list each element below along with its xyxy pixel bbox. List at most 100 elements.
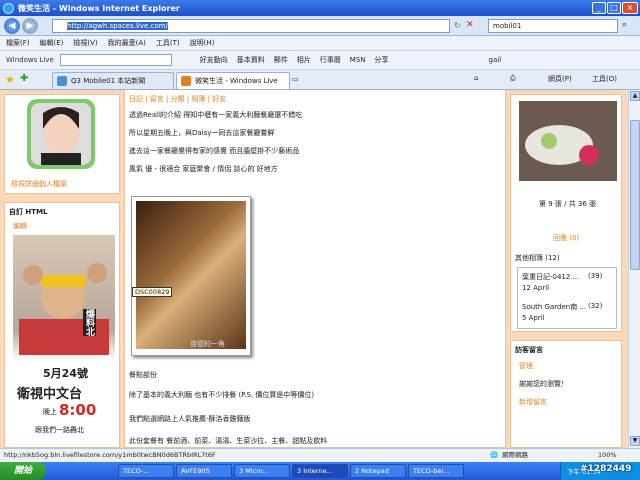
profile-link[interactable]: 檢視詳細個人檔案 <box>11 179 67 189</box>
tab-favicon <box>181 76 191 86</box>
album-pager: 第 9 張 / 共 36 張 <box>539 200 597 208</box>
post-nav-links[interactable]: 日記 | 留言 | 分類 | 相簿 | 好友 <box>129 94 226 104</box>
post-line-2: 所以星期五晚上，與Daisy一同去這家餐廳嘗鮮 <box>129 129 275 137</box>
internet-zone-icon: 🌐 <box>490 451 499 459</box>
page-menu[interactable]: 網頁(P) <box>548 74 572 84</box>
favorites-star-icon[interactable]: ★ <box>5 73 15 86</box>
menu-bar: 檔案(F) 編輯(E) 檢視(V) 我的最愛(A) 工具(T) 說明(H) <box>0 36 640 51</box>
tab-favicon <box>57 76 67 86</box>
post-lower-1: 餐點部份 <box>129 371 157 379</box>
wl-item-calendar[interactable]: 行事曆 <box>320 55 341 65</box>
image-id-watermark: #1282449 <box>580 464 632 474</box>
wl-item-share[interactable]: 分享 <box>375 55 389 65</box>
post-line-3: 進去這一家餐廳覺得有家的感覺 而且牆壁掛不少藝術品 <box>129 147 300 155</box>
menu-help[interactable]: 說明(H) <box>190 38 215 48</box>
scroll-down-icon[interactable]: ▼ <box>630 436 640 446</box>
address-input[interactable]: http://agwh.spaces.live.com/ <box>52 19 450 33</box>
wl-user-name[interactable]: gail <box>489 56 502 64</box>
menu-tools[interactable]: 工具(T) <box>156 38 180 48</box>
wl-item-photos[interactable]: 相片 <box>297 55 311 65</box>
maximize-button[interactable]: □ <box>607 2 621 14</box>
album-panel: 第 9 張 / 共 36 張 回應 (0) 其他相簿 (12) 葉重日記-041… <box>510 94 622 332</box>
status-zoom[interactable]: 100% <box>598 449 617 462</box>
scroll-thumb[interactable] <box>630 120 640 270</box>
address-row: ◀ ▶ http://agwh.spaces.live.com/ ↻ ✕ mob… <box>0 16 640 36</box>
taskbar-item[interactable]: 3 Interne... <box>292 464 348 478</box>
guestbook-manage-link[interactable]: 管理 <box>519 361 533 371</box>
search-icon[interactable]: ⌕ <box>622 20 627 30</box>
ad-date: 5月24號 <box>43 367 88 380</box>
album-item-date: 5 April <box>522 314 545 322</box>
add-favorite-icon[interactable]: ✚ <box>20 73 28 84</box>
wl-item-profile[interactable]: 基本資料 <box>237 55 265 65</box>
scroll-up-icon[interactable]: ▲ <box>630 91 640 101</box>
tab-smile-life[interactable]: 微笑生活 - Windows Live <box>176 72 290 89</box>
post-lower-2: 除了基本的義大利麵 也有不少排餐 (P.S. 價位算是中等價位) <box>129 391 315 399</box>
taskbar: 開始 TECO-... AVFE905 3 Micro... 3 Interne… <box>0 462 640 480</box>
refresh-icon[interactable]: ↻ <box>454 21 461 30</box>
print-icon[interactable]: ⎙ <box>510 74 516 83</box>
edit-link[interactable]: 編輯 <box>13 221 27 231</box>
ad-show-name: 爆料北 <box>83 309 96 336</box>
tv-ad-banner[interactable]: 爆料北 5月24號 衛視中文台 晚上 8:00 跟我們一路轟北 <box>13 235 115 445</box>
vertical-scrollbar[interactable]: ▲ ▼ <box>628 90 640 448</box>
post-photo[interactable]: DSC00829 食德的一角 <box>131 196 251 356</box>
status-bar: http://nkb5og.bln.livefilestore.com/y1mb… <box>0 448 640 462</box>
guestbook-title: 訪客留言 <box>515 346 543 354</box>
ie-logo-icon <box>3 2 14 14</box>
panel-title: 自訂 HTML <box>9 208 48 216</box>
ad-time-label: 晚上 <box>43 408 57 416</box>
menu-favorites[interactable]: 我的最愛(A) <box>108 38 146 48</box>
album-comment-link[interactable]: 回應 (0) <box>553 233 579 243</box>
page-content: 檢視詳細個人檔案 自訂 HTML 編輯 爆料北 5月24號 衛視中文台 晚上 8… <box>0 90 628 448</box>
photo-watermark: 食德的一角 <box>190 340 225 348</box>
ad-time: 8:00 <box>59 401 97 419</box>
home-icon[interactable]: ⌂ <box>474 74 478 82</box>
post-line-4: 風氣 優 - 很適合 家庭聚會 / 情侶 談心的 好地方 <box>129 165 278 173</box>
start-button[interactable]: 開始 <box>0 462 46 480</box>
wl-search-input[interactable] <box>59 54 172 66</box>
album-item-name[interactable]: South Garden南 ... <box>522 302 586 312</box>
taskbar-item[interactable]: 3 Micro... <box>234 464 290 478</box>
wl-item-friends[interactable]: 好友動向 <box>200 55 228 65</box>
post-lower-3: 我們點選網路上人氣推薦-酥洛香雞麵飯 <box>129 415 251 423</box>
new-tab-icon[interactable]: ▭ <box>292 75 299 83</box>
status-zone: 網際網路 <box>502 451 528 459</box>
taskbar-item[interactable]: TECO-bei... <box>408 464 464 478</box>
guestbook-panel: 訪客留言 管理 謝謝您的瀏覽！ 新增留言 <box>510 340 622 448</box>
other-albums-title: 其他相簿 (12) <box>515 254 560 262</box>
forward-button[interactable]: ▶ <box>22 18 38 34</box>
windows-live-toolbar: Windows Live 好友動向 基本資料 郵件 相片 行事曆 MSN 分享 … <box>0 51 640 70</box>
tab-mobile01[interactable]: Q3 Mobile01 本站新聞 <box>52 72 174 89</box>
album-photo[interactable] <box>519 101 617 181</box>
stop-icon[interactable]: ✕ <box>466 20 474 30</box>
menu-view[interactable]: 檢視(V) <box>73 38 97 48</box>
search-input[interactable]: mobil01 <box>488 19 618 33</box>
minimize-button[interactable]: _ <box>592 2 606 14</box>
wl-item-msn[interactable]: MSN <box>350 56 366 64</box>
back-button[interactable]: ◀ <box>4 18 20 34</box>
album-item-date: 12 April <box>522 284 550 292</box>
restaurant-photo-image <box>136 201 246 349</box>
album-item-name[interactable]: 葉重日記-0412 ... <box>522 272 579 282</box>
ad-photo <box>19 263 109 355</box>
status-url: http://nkb5og.bln.livefilestore.com/y1mb… <box>4 451 216 459</box>
taskbar-item[interactable]: AVFE905 <box>176 464 232 478</box>
menu-file[interactable]: 檔案(F) <box>6 38 30 48</box>
menu-edit[interactable]: 編輯(E) <box>40 38 64 48</box>
guestbook-text: 謝謝您的瀏覽！ <box>519 380 568 388</box>
profile-photo[interactable] <box>27 99 95 169</box>
wl-item-mail[interactable]: 郵件 <box>274 55 288 65</box>
guestbook-add-link[interactable]: 新增留言 <box>519 397 547 407</box>
photo-tooltip: DSC00829 <box>132 287 173 297</box>
window-title: 微笑生活 - Windows Internet Explorer <box>18 3 180 13</box>
ad-channel: 衛視中文台 <box>17 387 83 402</box>
blog-post: 日記 | 留言 | 分類 | 相簿 | 好友 透過Reall的介紹 得知中壢有一… <box>124 90 506 448</box>
taskbar-item[interactable]: 2 Notepad <box>350 464 406 478</box>
taskbar-item[interactable]: TECO-... <box>118 464 174 478</box>
post-line-1: 透過Reall的介紹 得知中壢有一家義大利麵餐廳還不錯吃 <box>129 111 303 119</box>
ad-tagline: 跟我們一路轟北 <box>35 426 84 434</box>
tools-menu[interactable]: 工具(O) <box>592 74 617 84</box>
albums-list: 葉重日記-0412 ... (39) 12 April South Garden… <box>517 267 617 329</box>
close-button[interactable]: × <box>622 2 638 14</box>
